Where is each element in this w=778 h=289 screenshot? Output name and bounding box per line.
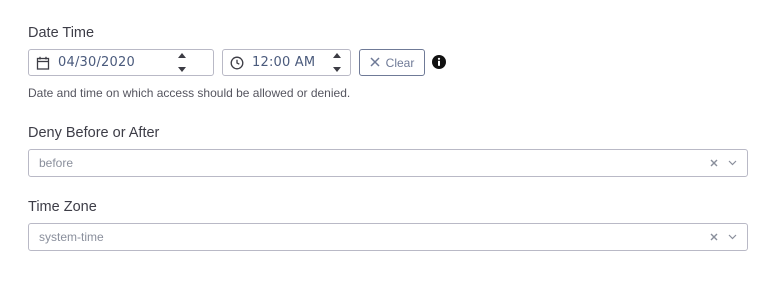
time-value: 12:00 AM bbox=[252, 55, 316, 70]
time-zone-value: system-time bbox=[39, 230, 104, 244]
date-input[interactable]: 04/30/2020 bbox=[28, 49, 214, 76]
decrement-icon[interactable] bbox=[333, 67, 341, 72]
date-time-label: Date Time bbox=[28, 25, 95, 41]
clear-button-label: Clear bbox=[385, 55, 415, 70]
deny-before-after-label: Deny Before or After bbox=[28, 125, 160, 141]
increment-icon[interactable] bbox=[333, 53, 341, 58]
clear-button[interactable]: Clear bbox=[359, 49, 425, 76]
date-time-help-text: Date and time on which access should be … bbox=[28, 86, 351, 100]
increment-icon[interactable] bbox=[178, 53, 186, 58]
decrement-icon[interactable] bbox=[178, 67, 186, 72]
calendar-icon bbox=[36, 56, 50, 70]
time-zone-select[interactable]: system-time bbox=[28, 223, 748, 251]
date-spinner[interactable] bbox=[177, 53, 187, 72]
access-time-form: Date Time 04/30/2020 12:00 AM Clear Date… bbox=[0, 0, 778, 289]
time-input[interactable]: 12:00 AM bbox=[222, 49, 351, 76]
chevron-down-icon[interactable] bbox=[727, 232, 737, 242]
clear-selection-icon[interactable] bbox=[708, 231, 720, 243]
time-spinner[interactable] bbox=[332, 53, 342, 72]
deny-before-after-value: before bbox=[39, 156, 74, 170]
chevron-down-icon[interactable] bbox=[727, 158, 737, 168]
clear-selection-icon[interactable] bbox=[708, 157, 720, 169]
close-icon bbox=[370, 56, 380, 70]
info-icon[interactable] bbox=[432, 55, 446, 69]
clock-icon bbox=[230, 56, 244, 70]
deny-before-after-select[interactable]: before bbox=[28, 149, 748, 177]
date-value: 04/30/2020 bbox=[58, 55, 135, 70]
time-zone-label: Time Zone bbox=[28, 199, 97, 215]
